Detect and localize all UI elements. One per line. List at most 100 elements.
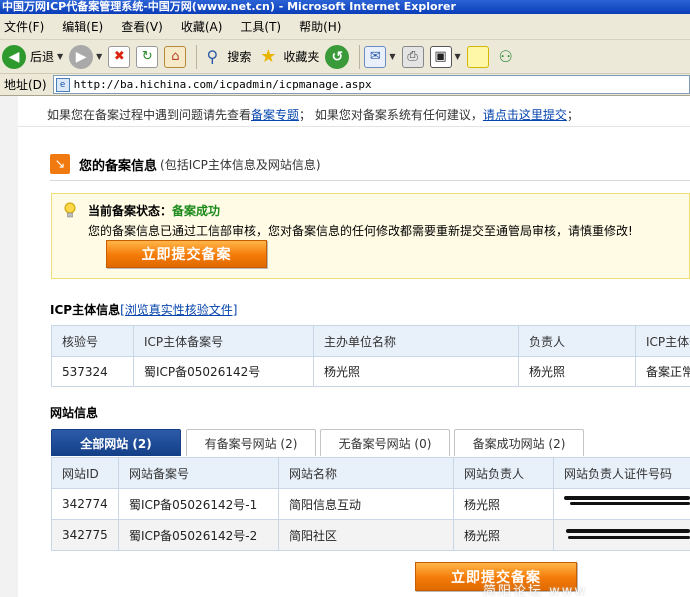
back-arrow-icon: ◀ — [2, 44, 26, 69]
arrow-icon: ↘ — [50, 154, 70, 174]
edit-dropdown-icon[interactable]: ▼ — [455, 52, 461, 61]
status-value: 备案成功 — [172, 204, 221, 218]
mail-dropdown-icon[interactable]: ▼ — [389, 52, 395, 61]
table-cell: 简阳信息互动 — [278, 488, 454, 520]
favorites-button[interactable]: ★ 收藏夹 — [257, 46, 319, 68]
discuss-button[interactable] — [466, 45, 489, 68]
notice-text: ； — [566, 108, 579, 122]
history-icon: ↺ — [325, 44, 350, 69]
status-message: 您的备案信息已通过工信部审核，您对备案信息的任何修改都需要重新提交至通管局审核，… — [88, 224, 633, 238]
refresh-button[interactable]: ↻ — [136, 45, 159, 68]
content-panel: 如果您在备案过程中遇到问题请先查看备案专题； 如果您对备案系统有任何建议，请点击… — [18, 96, 690, 597]
redaction-mark — [568, 536, 690, 539]
notice-text: 如果您在备案过程中遇到问题请先查看 — [47, 108, 252, 122]
id-number-cell-redacted — [553, 519, 690, 551]
stop-button[interactable]: ✖ — [108, 45, 131, 68]
lightbulb-icon — [64, 202, 76, 218]
section-header: ↘ 您的备案信息 (包括ICP主体信息及网站信息) — [50, 154, 321, 174]
back-button[interactable]: ◀ 后退 ▼ — [2, 44, 63, 69]
search-button[interactable]: ⚲ 搜索 — [201, 46, 251, 68]
toolbar-separator — [359, 44, 361, 69]
edit-icon: ▣ — [429, 45, 452, 68]
submit-filing-button[interactable]: 立即提交备案 — [106, 240, 267, 268]
column-header: 负责人 — [518, 325, 636, 357]
home-icon: ⌂ — [164, 45, 187, 68]
menu-favorites[interactable]: 收藏(A) — [181, 18, 223, 35]
section-subtitle: (包括ICP主体信息及网站信息) — [160, 157, 321, 172]
divider — [18, 126, 690, 127]
icp-section-title: ICP主体信息[浏览真实性核验文件] — [50, 301, 237, 318]
menu-bar: 文件(F) 编辑(E) 查看(V) 收藏(A) 工具(T) 帮助(H) — [0, 14, 690, 40]
menu-help[interactable]: 帮助(H) — [299, 18, 341, 35]
table-cell: 杨光照 — [518, 356, 636, 387]
table-cell: 杨光照 — [453, 488, 554, 520]
print-button[interactable]: ⎙ — [401, 45, 424, 68]
address-input[interactable]: e http://ba.hichina.com/icpadmin/icpmana… — [52, 75, 690, 94]
note-icon — [466, 45, 489, 68]
messenger-button[interactable]: ⚇ — [495, 46, 517, 68]
tab-without-number[interactable]: 无备案号网站 (0) — [320, 429, 450, 456]
redaction-mark — [566, 529, 690, 533]
column-header: 网站ID — [51, 457, 119, 489]
address-url: http://ba.hichina.com/icpadmin/icpmanage… — [73, 78, 372, 91]
search-icon: ⚲ — [206, 47, 219, 66]
table-row: 342775 蜀ICP备05026142号-2 简阳社区 杨光照 — [51, 519, 690, 551]
view-verification-file-link[interactable]: [浏览真实性核验文件] — [120, 303, 237, 317]
menu-view[interactable]: 查看(V) — [121, 18, 163, 35]
address-bar: 地址(D) e http://ba.hichina.com/icpadmin/i… — [0, 74, 690, 96]
column-header: ICP主体备 — [635, 325, 690, 357]
tab-filing-success[interactable]: 备案成功网站 (2) — [454, 429, 584, 456]
toolbar: ◀ 后退 ▼ ▶ ▼ ✖ ↻ ⌂ ⚲ 搜索 ★ 收藏夹 ↺ ✉ ▼ ⎙ ▣ ▼ … — [0, 40, 690, 74]
forward-button[interactable]: ▶ ▼ — [69, 44, 102, 69]
edit-button[interactable]: ▣ ▼ — [429, 45, 461, 68]
table-row: 537324 蜀ICP备05026142号 杨光照 杨光照 备案正常 — [51, 356, 690, 387]
search-label: 搜索 — [227, 50, 252, 64]
star-icon: ★ — [260, 46, 277, 67]
icp-title: ICP主体信息 — [50, 303, 121, 317]
messenger-icon: ⚇ — [498, 47, 513, 66]
home-button[interactable]: ⌂ — [164, 45, 187, 68]
menu-file[interactable]: 文件(F) — [4, 18, 44, 35]
help-notice: 如果您在备案过程中遇到问题请先查看备案专题； 如果您对备案系统有任何建议，请点击… — [47, 106, 579, 123]
address-label: 地址(D) — [4, 78, 47, 92]
menu-edit[interactable]: 编辑(E) — [62, 18, 103, 35]
table-cell: 杨光照 — [453, 519, 554, 551]
forward-dropdown-icon[interactable]: ▼ — [96, 52, 102, 61]
back-dropdown-icon[interactable]: ▼ — [57, 52, 63, 61]
status-panel: 当前备案状态：备案成功 您的备案信息已通过工信部审核，您对备案信息的任何修改都需… — [51, 193, 690, 279]
icp-table: 核验号 ICP主体备案号 主办单位名称 负责人 ICP主体备 537324 蜀I… — [51, 325, 690, 387]
table-cell: 简阳社区 — [278, 519, 454, 551]
column-header: 网站备案号 — [118, 457, 279, 489]
column-header: 网站名称 — [278, 457, 454, 489]
printer-icon: ⎙ — [401, 45, 424, 68]
column-header: ICP主体备案号 — [133, 325, 314, 357]
window-title: 中国万网ICP代备案管理系统-中国万网(www.net.cn) - Micros… — [0, 0, 690, 14]
refresh-icon: ↻ — [136, 45, 159, 68]
column-header: 主办单位名称 — [313, 325, 519, 357]
menu-tools[interactable]: 工具(T) — [240, 18, 281, 35]
site-tabs: 全部网站 (2) 有备案号网站 (2) 无备案号网站 (0) 备案成功网站 (2… — [51, 429, 690, 457]
table-cell: 342775 — [51, 519, 119, 551]
back-label: 后退 — [30, 50, 55, 64]
favorites-label: 收藏夹 — [283, 50, 320, 64]
page-area: 如果您在备案过程中遇到问题请先查看备案专题； 如果您对备案系统有任何建议，请点击… — [0, 96, 690, 597]
redaction-mark — [564, 496, 690, 500]
mail-button[interactable]: ✉ ▼ — [364, 45, 396, 68]
page-icon: e — [55, 77, 70, 92]
table-cell: 蜀ICP备05026142号 — [133, 356, 314, 387]
history-button[interactable]: ↺ — [325, 44, 350, 69]
section-title: 您的备案信息 — [79, 158, 158, 174]
forward-arrow-icon: ▶ — [69, 44, 94, 69]
status-line: 当前备案状态：备案成功 — [88, 202, 220, 219]
divider — [50, 180, 690, 181]
toolbar-separator — [196, 44, 198, 69]
filing-topic-link[interactable]: 备案专题 — [251, 108, 299, 122]
table-cell: 备案正常 — [635, 356, 690, 387]
sites-section-title: 网站信息 — [50, 406, 99, 420]
forum-watermark: 简阳论坛 www — [483, 584, 588, 597]
tab-all-sites[interactable]: 全部网站 (2) — [51, 429, 181, 456]
tab-with-number[interactable]: 有备案号网站 (2) — [186, 429, 316, 456]
table-cell: 蜀ICP备05026142号-2 — [118, 519, 279, 551]
status-label: 当前备案状态： — [88, 204, 173, 218]
suggestion-link[interactable]: 请点击这里提交 — [483, 108, 567, 122]
